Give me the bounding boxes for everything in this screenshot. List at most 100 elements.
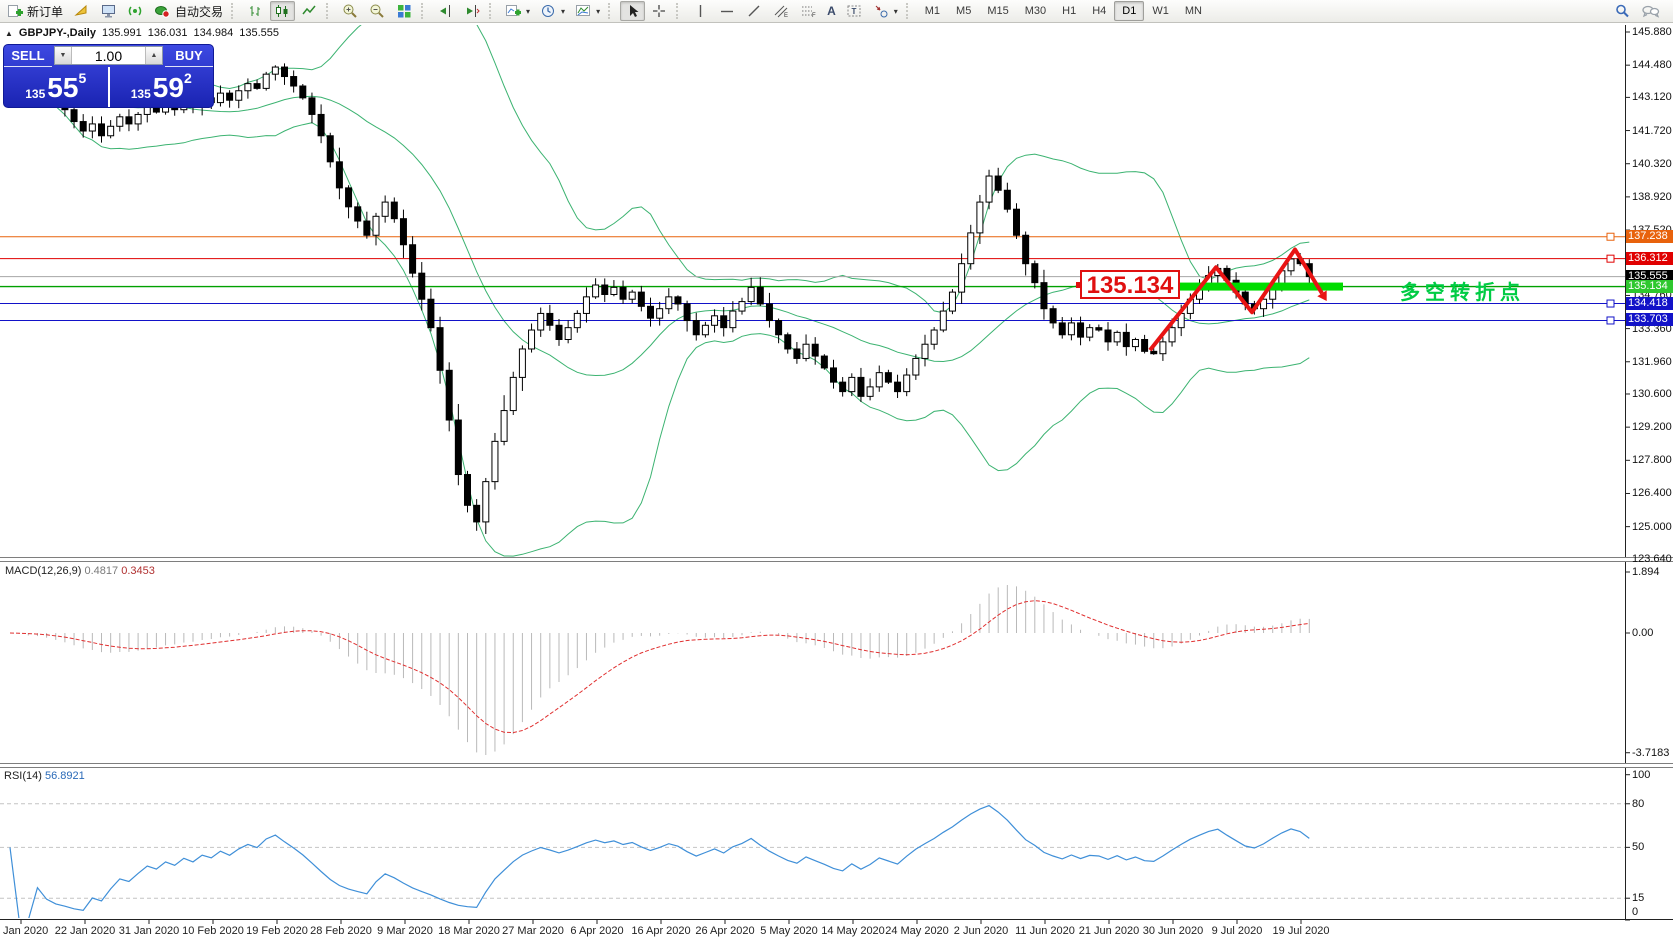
line-handle[interactable] xyxy=(1607,317,1614,324)
community-button[interactable] xyxy=(69,1,94,21)
tile-windows-icon xyxy=(396,3,413,19)
zoom-in-icon xyxy=(342,3,359,19)
candle-body xyxy=(620,287,626,299)
sell-button[interactable]: SELL xyxy=(4,45,52,67)
candle-body xyxy=(455,420,461,474)
macd-label: MACD(12,26,9) 0.4817 0.3453 xyxy=(5,565,155,577)
timeframe-button-h4[interactable]: H4 xyxy=(1084,1,1114,21)
signals-icon xyxy=(127,3,144,19)
ohlc-high: 136.031 xyxy=(148,27,188,39)
macd-main-value: 0.4817 xyxy=(84,565,118,577)
candle-body xyxy=(803,344,809,358)
candle-body xyxy=(556,325,562,339)
bar-chart-button[interactable] xyxy=(243,1,268,21)
indicators-button[interactable]: ▾ xyxy=(501,1,534,21)
metaeditor-icon xyxy=(100,3,117,19)
main-toolbar: 新订单 自动交易 ▾ ▾ xyxy=(0,0,1673,23)
chart-canvas[interactable] xyxy=(0,0,1673,943)
text-tool-button[interactable]: A xyxy=(823,1,840,21)
zoom-out-icon xyxy=(369,3,386,19)
price-annotation-box[interactable]: 135.134 xyxy=(1080,270,1180,299)
candle-body xyxy=(657,309,663,318)
bollinger-middle-band xyxy=(10,69,1309,375)
timeframe-button-m1[interactable]: M1 xyxy=(917,1,948,21)
horizontal-line-tool-button[interactable] xyxy=(715,1,740,21)
candle-body xyxy=(1169,328,1175,342)
timeframe-button-h1[interactable]: H1 xyxy=(1054,1,1084,21)
pivot-annotation-text[interactable]: 多空转折点 xyxy=(1400,276,1525,305)
chart-shift-button[interactable] xyxy=(460,1,485,21)
zoom-out-button[interactable] xyxy=(365,1,390,21)
auto-scroll-button[interactable] xyxy=(433,1,458,21)
line-chart-button[interactable] xyxy=(297,1,322,21)
indicators-dropdown-caret[interactable]: ▾ xyxy=(526,7,530,16)
templates-button[interactable]: ▾ xyxy=(571,1,604,21)
templates-dropdown-caret[interactable]: ▾ xyxy=(596,7,600,16)
candle-body xyxy=(940,311,946,330)
signals-button[interactable] xyxy=(123,1,148,21)
cursor-tool-button[interactable] xyxy=(620,1,645,21)
sell-price-button[interactable]: 135 55 5 xyxy=(4,67,108,108)
zigzag-trend-arrow[interactable] xyxy=(1150,249,1322,350)
candle-body xyxy=(748,287,754,301)
rsi-panel-separator[interactable] xyxy=(0,763,1673,768)
auto-trading-icon xyxy=(154,3,172,19)
channel-tool-button[interactable]: E xyxy=(769,1,794,21)
metaeditor-button[interactable] xyxy=(96,1,121,21)
shapes-tool-button[interactable]: ▾ xyxy=(869,1,902,21)
macd-panel xyxy=(10,585,1309,755)
search-button[interactable] xyxy=(1610,1,1635,21)
collapse-triangle-icon[interactable]: ▲ xyxy=(5,29,13,38)
candle-body xyxy=(977,202,983,233)
candle-body xyxy=(492,441,498,481)
line-handle[interactable] xyxy=(1607,233,1614,240)
periods-button[interactable]: ▾ xyxy=(536,1,569,21)
chat-icon xyxy=(1641,3,1660,19)
symbol-name: GBPJPY-,Daily xyxy=(19,27,96,39)
shapes-dropdown-caret[interactable]: ▾ xyxy=(894,7,898,16)
zoom-in-button[interactable] xyxy=(338,1,363,21)
candle-body xyxy=(538,313,544,330)
line-handle[interactable] xyxy=(1607,300,1614,307)
volume-increase-button[interactable]: ▲ xyxy=(145,47,162,64)
macd-name: MACD(12,26,9) xyxy=(5,565,81,577)
trendline-tool-button[interactable] xyxy=(742,1,767,21)
templates-icon xyxy=(575,3,592,19)
line-chart-icon xyxy=(301,3,318,19)
candle-body xyxy=(263,74,269,88)
timeframe-button-mn[interactable]: MN xyxy=(1177,1,1210,21)
buy-price-button[interactable]: 135 59 2 xyxy=(110,67,214,108)
timeframe-button-m30[interactable]: M30 xyxy=(1017,1,1054,21)
periods-dropdown-caret[interactable]: ▾ xyxy=(561,7,565,16)
crosshair-icon xyxy=(651,3,668,19)
volume-decrease-button[interactable]: ▼ xyxy=(55,47,72,64)
candle-body xyxy=(483,482,489,522)
volume-input[interactable]: 1.00 xyxy=(72,47,145,64)
candlestick-chart-button[interactable] xyxy=(270,1,295,21)
svg-text:T: T xyxy=(851,7,856,16)
candle-body xyxy=(474,505,480,522)
candle-body xyxy=(108,126,114,135)
rsi-panel xyxy=(0,804,1625,920)
auto-trading-button[interactable]: 自动交易 xyxy=(150,1,227,21)
new-order-button[interactable]: 新订单 xyxy=(3,1,67,21)
line-handle[interactable] xyxy=(1607,255,1614,262)
timeframe-button-d1[interactable]: D1 xyxy=(1114,1,1144,21)
timeframe-button-m5[interactable]: M5 xyxy=(948,1,979,21)
chat-button[interactable] xyxy=(1637,1,1664,21)
timeframe-button-w1[interactable]: W1 xyxy=(1144,1,1177,21)
crosshair-tool-button[interactable] xyxy=(647,1,672,21)
macd-panel-separator[interactable] xyxy=(0,557,1673,562)
tile-windows-button[interactable] xyxy=(392,1,417,21)
toolbar-grip xyxy=(421,3,428,19)
candle-body xyxy=(959,264,965,292)
timeframe-button-m15[interactable]: M15 xyxy=(979,1,1016,21)
candle-body xyxy=(510,377,516,410)
candle-body xyxy=(949,292,955,311)
vertical-line-tool-button[interactable] xyxy=(688,1,713,21)
annotation-handle[interactable] xyxy=(1076,282,1082,288)
candle-body xyxy=(885,373,891,382)
buy-button[interactable]: BUY xyxy=(165,45,213,67)
fibonacci-tool-button[interactable]: F xyxy=(796,1,821,21)
text-label-tool-button[interactable]: T xyxy=(842,1,867,21)
